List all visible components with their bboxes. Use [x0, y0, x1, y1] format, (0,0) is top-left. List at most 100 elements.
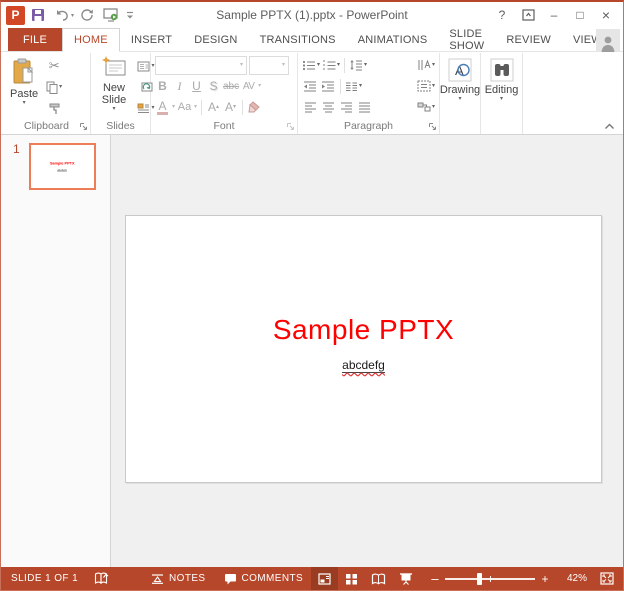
tab-review[interactable]: REVIEW — [495, 28, 562, 51]
change-case-button[interactable]: Aa — [177, 101, 192, 113]
thumbnail-body-text: abcdefg — [57, 168, 68, 172]
character-spacing-caret-icon: ▾ — [258, 82, 262, 89]
save-button[interactable] — [27, 5, 49, 25]
help-button[interactable]: ? — [491, 5, 513, 25]
font-size-caret-icon: ▾ — [281, 61, 285, 68]
zoom-slider-center-tick — [490, 575, 491, 582]
cut-button[interactable]: ✂ — [44, 57, 64, 75]
tab-animations[interactable]: ANIMATIONS — [347, 28, 439, 51]
paragraph-dialog-launcher[interactable] — [428, 122, 437, 131]
spell-check-button[interactable] — [94, 572, 109, 585]
format-painter-button[interactable] — [44, 99, 64, 117]
normal-view-icon — [318, 572, 331, 585]
line-spacing-button[interactable]: ▾ — [349, 57, 367, 73]
slide-body-text[interactable]: abcdefg — [126, 356, 601, 374]
zoom-slider[interactable] — [445, 572, 535, 585]
tab-home[interactable]: HOME — [62, 28, 120, 52]
character-spacing-button[interactable]: AV — [241, 81, 256, 92]
slide-title-text[interactable]: Sample PPTX — [126, 314, 601, 346]
bold-button[interactable]: B — [155, 79, 170, 93]
copy-caret-icon: ▾ — [59, 83, 63, 90]
copy-button[interactable]: ▾ — [44, 78, 64, 96]
copy-icon — [46, 81, 58, 94]
align-text-button[interactable]: ▾ — [417, 78, 435, 94]
align-left-icon — [304, 102, 316, 112]
decrease-indent-button[interactable] — [302, 78, 318, 94]
slide-show-view-button[interactable] — [392, 567, 419, 590]
maximize-button[interactable]: □ — [569, 5, 591, 25]
avatar[interactable] — [596, 29, 620, 52]
powerpoint-logo-icon[interactable]: P — [6, 5, 25, 25]
reading-view-icon — [371, 573, 386, 585]
grow-font-button[interactable]: A ▴ — [206, 100, 221, 114]
tab-insert[interactable]: INSERT — [120, 28, 183, 51]
start-from-beginning-button[interactable] — [100, 5, 122, 25]
undo-caret-icon[interactable]: ▾ — [71, 12, 74, 19]
slide-counter[interactable]: SLIDE 1 OF 1 — [11, 573, 78, 584]
zoom-level[interactable]: 42% — [551, 573, 587, 584]
notes-toggle-button[interactable]: NOTES — [151, 573, 205, 584]
undo-button[interactable] — [51, 5, 73, 25]
font-name-combobox[interactable]: ▾ — [155, 55, 247, 75]
view-buttons — [311, 567, 419, 590]
align-left-button[interactable] — [302, 99, 318, 115]
comments-toggle-button[interactable]: COMMENTS — [224, 573, 304, 585]
clear-formatting-button[interactable] — [247, 101, 262, 113]
slide-sorter-view-button[interactable] — [338, 567, 365, 590]
editing-caret-icon: ▾ — [500, 96, 504, 102]
tab-file[interactable]: FILE — [8, 28, 63, 51]
customize-qat-button[interactable] — [124, 5, 136, 25]
ribbon-display-options-button[interactable] — [517, 5, 539, 25]
increase-indent-button[interactable] — [320, 78, 336, 94]
new-slide-button[interactable]: New Slide ▾ — [95, 56, 133, 117]
editing-button[interactable]: Editing ▾ — [482, 56, 522, 117]
zoom-slider-handle[interactable] — [477, 572, 483, 585]
columns-button[interactable]: ▾ — [345, 78, 362, 94]
zoom-out-button[interactable]: – — [429, 571, 441, 586]
paragraph-group: ▾ ▾ ▾ ▾ ▾ ▾ ▾ Paragraph — [298, 53, 440, 134]
convert-to-smartart-button[interactable]: ▾ — [417, 99, 435, 115]
italic-button[interactable]: I — [172, 79, 187, 94]
close-button[interactable]: × — [595, 5, 617, 25]
shrink-font-button[interactable]: A ▾ — [223, 100, 238, 114]
font-size-combobox[interactable]: ▾ — [249, 55, 289, 75]
tab-design[interactable]: DESIGN — [183, 28, 248, 51]
reading-view-button[interactable] — [365, 567, 392, 590]
normal-view-button[interactable] — [311, 567, 338, 590]
strikethrough-button[interactable]: abc — [223, 81, 239, 92]
minimize-button[interactable]: – — [543, 5, 565, 25]
fit-to-window-icon — [600, 572, 614, 585]
zoom-in-button[interactable]: + — [539, 572, 551, 586]
text-shadow-button[interactable]: S — [206, 79, 221, 93]
bullets-button[interactable]: ▾ — [302, 57, 320, 73]
slide-thumbnail[interactable]: Sample PPTX abcdefg — [29, 143, 96, 190]
font-dialog-launcher[interactable] — [286, 122, 295, 131]
align-center-button[interactable] — [320, 99, 336, 115]
numbering-button[interactable]: ▾ — [322, 57, 340, 73]
repeat-button[interactable] — [76, 5, 98, 25]
line-spacing-caret-icon: ▾ — [364, 61, 368, 68]
slide-canvas[interactable]: Sample PPTX abcdefg — [125, 215, 602, 483]
paste-button[interactable]: Paste ▾ — [7, 56, 41, 117]
numbering-icon — [323, 60, 336, 69]
justify-button[interactable] — [356, 99, 372, 115]
align-right-button[interactable] — [338, 99, 354, 115]
text-direction-button[interactable]: ▾ — [417, 57, 435, 73]
comments-label: COMMENTS — [241, 573, 304, 584]
paste-icon — [13, 58, 34, 84]
align-text-icon — [417, 80, 431, 92]
font-color-button[interactable]: A — [155, 99, 170, 116]
tab-transitions[interactable]: TRANSITIONS — [249, 28, 347, 51]
collapse-ribbon-button[interactable] — [604, 123, 615, 130]
slides-group: New Slide ▾ ▾ ▾ Slides — [91, 53, 155, 134]
tab-slide-show[interactable]: SLIDE SHOW — [438, 28, 495, 52]
clipboard-dialog-launcher[interactable] — [79, 122, 88, 131]
columns-caret-icon: ▾ — [359, 82, 363, 89]
drawing-button[interactable]: A Drawing ▾ — [437, 56, 483, 117]
fit-slide-to-window-button[interactable] — [595, 567, 619, 590]
status-bar: SLIDE 1 OF 1 NOTES COMMENTS – + 42% — [1, 567, 623, 590]
bullets-caret-icon: ▾ — [317, 61, 321, 68]
underline-button[interactable]: U — [189, 79, 204, 93]
smartart-caret-icon: ▾ — [431, 103, 435, 110]
text-direction-icon — [418, 59, 431, 70]
